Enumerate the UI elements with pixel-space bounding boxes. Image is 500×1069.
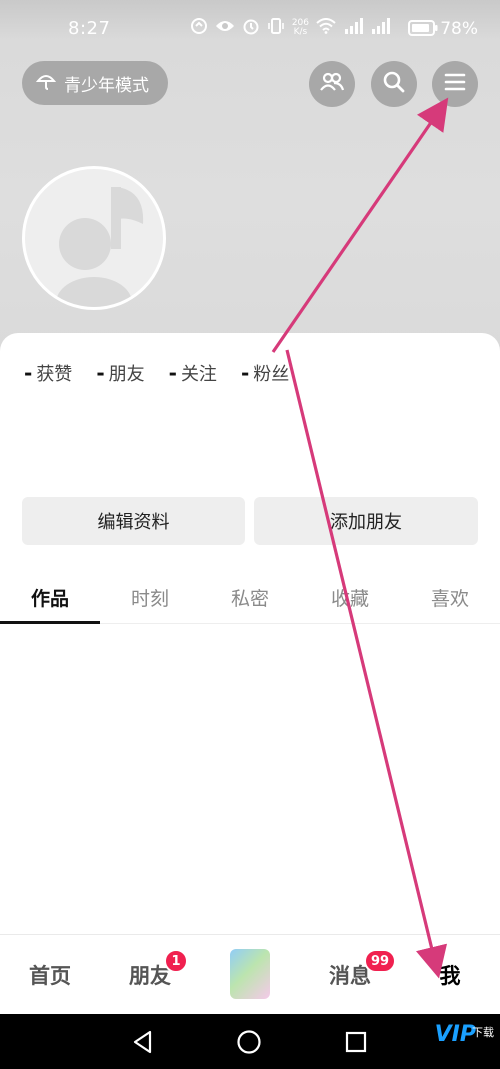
- stat-friends[interactable]: - 朋友: [96, 360, 144, 386]
- stat-friends-value: -: [96, 361, 105, 385]
- network-speed: 206 K/s: [292, 19, 309, 37]
- status-bar: 8:27 206 K/s 78%: [0, 0, 500, 60]
- battery-icon: [408, 20, 438, 40]
- network-speed-unit: K/s: [293, 27, 308, 37]
- stat-likes[interactable]: - 获赞: [24, 360, 72, 386]
- profile-card: [0, 333, 500, 933]
- vibrate-icon: [267, 17, 285, 39]
- content-tabs: 作品 时刻 私密 收藏 喜欢: [0, 570, 500, 624]
- recents-icon[interactable]: [345, 1031, 367, 1057]
- stat-friends-label: 朋友: [108, 364, 145, 385]
- tab-moments[interactable]: 时刻: [100, 570, 200, 624]
- signal-icon-sim2: [370, 18, 390, 38]
- watermark-text: 下载: [472, 1026, 494, 1039]
- status-time: 8:27: [68, 18, 111, 39]
- stat-following[interactable]: - 关注: [169, 360, 217, 386]
- back-icon[interactable]: [132, 1030, 154, 1058]
- create-button[interactable]: [230, 949, 270, 999]
- friends-button[interactable]: [309, 61, 355, 107]
- umbrella-icon: [35, 71, 57, 96]
- add-friends-button[interactable]: 添加朋友: [254, 497, 478, 545]
- stat-followers-label: 粉丝: [253, 364, 290, 385]
- menu-button[interactable]: [432, 61, 478, 107]
- friends-icon: [319, 71, 345, 97]
- default-avatar-icon: [56, 187, 144, 307]
- bottom-nav: 首页 朋友 1 消息 99 我: [0, 934, 500, 1014]
- teen-mode-label: 青少年模式: [64, 75, 149, 96]
- data-saver-icon: [190, 17, 208, 39]
- nav-messages[interactable]: 消息: [300, 935, 400, 1015]
- messages-badge: 99: [364, 949, 397, 973]
- eye-icon: [215, 19, 235, 37]
- home-circle-icon[interactable]: [237, 1030, 261, 1058]
- status-icons: 206 K/s: [190, 17, 390, 39]
- avatar[interactable]: [22, 166, 166, 310]
- stat-followers[interactable]: - 粉丝: [241, 360, 289, 386]
- signal-icon-sim1: [343, 18, 363, 38]
- friends-badge: 1: [164, 949, 188, 973]
- stat-followers-value: -: [240, 361, 250, 385]
- battery-percent: 78%: [440, 19, 478, 39]
- system-navigation-bar: VIP 下载: [0, 1014, 500, 1069]
- teen-mode-button[interactable]: 青少年模式: [22, 61, 168, 105]
- tab-liked[interactable]: 喜欢: [400, 570, 500, 624]
- alarm-icon: [242, 17, 260, 39]
- stat-likes-label: 获赞: [36, 364, 73, 385]
- nav-friends[interactable]: 朋友: [100, 935, 200, 1015]
- wifi-icon: [316, 18, 336, 38]
- menu-icon: [444, 72, 466, 96]
- edit-profile-button[interactable]: 编辑资料: [22, 497, 245, 545]
- active-tab-indicator: [0, 621, 100, 624]
- stat-following-label: 关注: [180, 364, 217, 385]
- search-icon: [382, 70, 406, 98]
- nav-home[interactable]: 首页: [0, 935, 100, 1015]
- stat-likes-value: -: [24, 361, 33, 385]
- stats-row: - 获赞 - 朋友 - 关注 - 粉丝: [24, 360, 289, 386]
- tab-favorites[interactable]: 收藏: [300, 570, 400, 624]
- search-button[interactable]: [371, 61, 417, 107]
- watermark-logo: VIP: [434, 1022, 476, 1047]
- nav-me[interactable]: 我: [400, 935, 500, 1015]
- stat-following-value: -: [168, 361, 177, 385]
- tab-works[interactable]: 作品: [0, 570, 100, 624]
- tab-private[interactable]: 私密: [200, 570, 300, 624]
